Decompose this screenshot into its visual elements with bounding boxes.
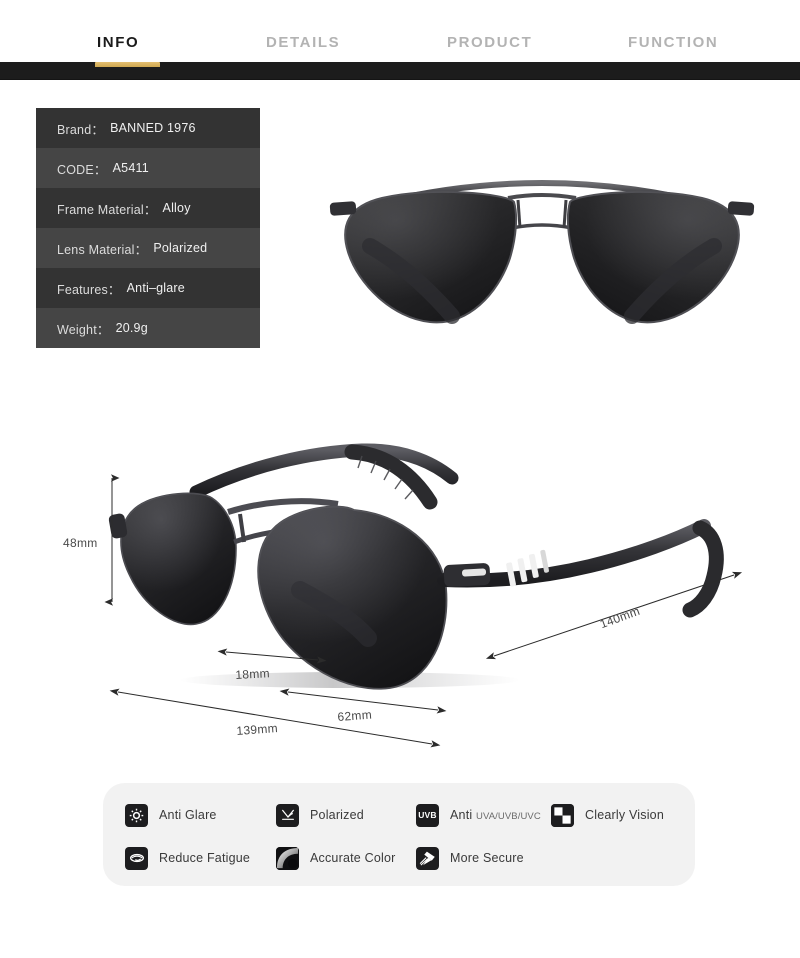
spec-value: Anti–glare: [126, 281, 185, 295]
spec-row-brand: Brand： BANNED 1976: [36, 108, 260, 148]
spec-value: 20.9g: [115, 321, 148, 335]
spec-label: Frame Material：: [57, 202, 157, 217]
feature-label: Polarized: [310, 808, 364, 822]
feature-item-more-secure: More Secure: [416, 845, 524, 871]
tab-bar: INFO DETAILS PRODUCT FUNCTION: [0, 0, 800, 80]
spec-row-code: CODE： A5411: [36, 148, 260, 188]
feature-panel: Anti Glare Polarized UVB Anti UVA/UVB/UV…: [103, 783, 695, 886]
feature-item-polarized: Polarized: [276, 802, 364, 828]
spec-label: Lens Material：: [57, 242, 148, 257]
feature-label: Clearly Vision: [585, 808, 664, 822]
feature-item-clearly-vision: Clearly Vision: [551, 802, 664, 828]
dimension-label-lens-height: 48mm: [63, 536, 98, 550]
feature-item-accurate-color: Accurate Color: [276, 845, 395, 871]
hammer-icon: [416, 846, 439, 870]
spec-label: CODE：: [57, 162, 107, 177]
feature-item-reduce-fatigue: Reduce Fatigue: [125, 845, 250, 871]
product-image-angled-view: [108, 443, 724, 690]
color-gradient-icon: [276, 846, 299, 870]
spec-row-weight: Weight： 20.9g: [36, 308, 260, 348]
feature-item-anti-uv: UVB Anti UVA/UVB/UVC: [416, 802, 541, 828]
spec-value: Polarized: [153, 241, 208, 255]
dimension-label-frame-width: 139mm: [236, 721, 279, 738]
spec-value: A5411: [112, 161, 149, 175]
dimension-label-bridge-width: 18mm: [235, 666, 271, 682]
tab-info[interactable]: INFO: [97, 33, 139, 53]
eye-icon: [125, 846, 148, 870]
tab-function[interactable]: FUNCTION: [628, 33, 718, 53]
feature-label: Reduce Fatigue: [159, 851, 251, 865]
feature-item-anti-glare: Anti Glare: [125, 802, 217, 828]
polarized-arrow-icon: [276, 803, 299, 827]
feature-label: Accurate Color: [310, 851, 396, 865]
product-image-front-view: [329, 180, 755, 324]
feature-label-main: Anti: [450, 808, 477, 822]
spec-row-lens-material: Lens Material： Polarized: [36, 228, 260, 268]
specification-table: Brand： BANNED 1976 CODE： A5411 Frame Mat…: [36, 108, 260, 348]
checkerboard-icon: [551, 803, 574, 827]
spec-label: Weight：: [57, 322, 110, 337]
feature-label-sub: UVA/UVB/UVC: [476, 811, 541, 822]
dimension-label-lens-width: 62mm: [337, 707, 373, 724]
tab-product[interactable]: PRODUCT: [447, 33, 532, 53]
uvb-label: UVB: [418, 810, 437, 820]
feature-list: Anti Glare Polarized UVB Anti UVA/UVB/UV…: [103, 783, 695, 886]
feature-label: Anti Glare: [159, 808, 217, 822]
tab-details[interactable]: DETAILS: [266, 33, 340, 53]
spec-label: Features：: [57, 282, 121, 297]
tab-list: INFO DETAILS PRODUCT FUNCTION: [0, 33, 800, 62]
feature-label: More Secure: [450, 851, 524, 865]
spec-row-features: Features： Anti–glare: [36, 268, 260, 308]
spec-value: BANNED 1976: [110, 121, 196, 135]
spec-row-frame-material: Frame Material： Alloy: [36, 188, 260, 228]
feature-label: Anti UVA/UVB/UVC: [450, 808, 541, 822]
spec-value: Alloy: [162, 201, 191, 215]
active-tab-indicator: [95, 62, 160, 67]
spec-label: Brand：: [57, 122, 105, 137]
uvb-badge-icon: UVB: [416, 803, 439, 827]
sun-glare-icon: [125, 803, 148, 827]
